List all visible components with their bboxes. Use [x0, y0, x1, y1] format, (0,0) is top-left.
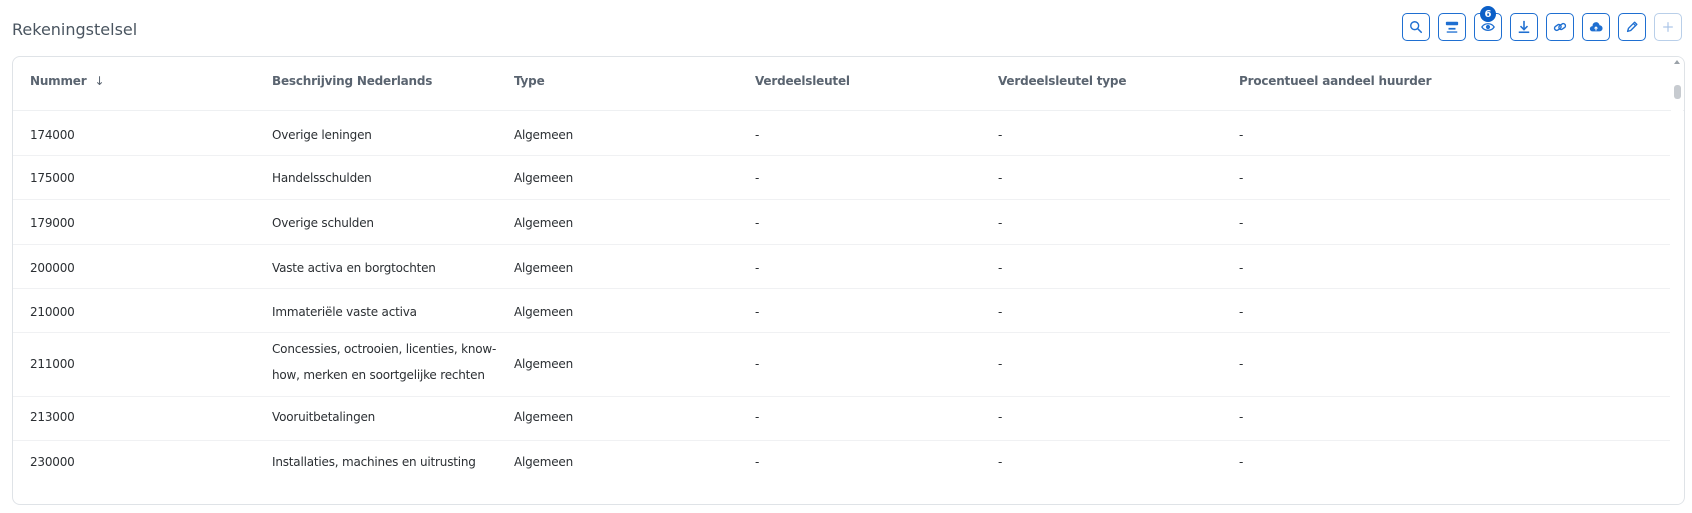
cell-procentueel-aandeel: - [1239, 128, 1244, 142]
cell-verdeelsleutel-type: - [998, 410, 1003, 424]
cell-procentueel-aandeel: - [1239, 305, 1244, 319]
cell-procentueel-aandeel: - [1239, 216, 1244, 230]
cell-type: Algemeen [514, 261, 574, 275]
plus-icon [1663, 22, 1673, 32]
cell-verdeelsleutel-type: - [998, 455, 1003, 469]
cell-type: Algemeen [514, 357, 574, 371]
table-row[interactable]: 175000 Handelsschulden Algemeen - - - [13, 155, 1670, 200]
column-header-procentueel-aandeel-huurder[interactable]: Procentueel aandeel huurder [1239, 74, 1431, 88]
cell-nummer: 200000 [30, 261, 75, 275]
cell-verdeelsleutel: - [755, 128, 760, 142]
cell-beschrijving: Overige schulden [272, 216, 374, 230]
search-button[interactable] [1402, 13, 1430, 41]
filter-icon [1445, 21, 1459, 33]
cell-nummer: 179000 [30, 216, 75, 230]
page-title: Rekeningstelsel [12, 20, 138, 39]
cell-type: Algemeen [514, 410, 574, 424]
cell-verdeelsleutel: - [755, 455, 760, 469]
eye-icon [1481, 23, 1495, 31]
cell-verdeelsleutel: - [755, 216, 760, 230]
visible-columns-badge: 6 [1480, 6, 1496, 22]
add-button[interactable] [1654, 13, 1682, 41]
search-icon [1410, 21, 1423, 34]
table-row[interactable]: 211000 Concessies, octrooien, licenties,… [13, 332, 1670, 397]
cell-procentueel-aandeel: - [1239, 171, 1244, 185]
cell-nummer: 210000 [30, 305, 75, 319]
link-icon [1553, 22, 1567, 32]
cell-verdeelsleutel-type: - [998, 261, 1003, 275]
download-icon [1518, 20, 1530, 34]
filter-button[interactable] [1438, 13, 1466, 41]
cell-beschrijving: Concessies, octrooien, licenties, know-h… [272, 342, 497, 382]
cell-verdeelsleutel-type: - [998, 171, 1003, 185]
cell-procentueel-aandeel: - [1239, 357, 1244, 371]
cell-verdeelsleutel: - [755, 171, 760, 185]
column-header-type[interactable]: Type [514, 74, 545, 88]
sort-arrow-down-icon: ↓ [94, 74, 105, 88]
column-header-nummer[interactable]: Nummer ↓ [30, 74, 105, 88]
cell-type: Algemeen [514, 128, 574, 142]
scrollbar-thumb[interactable] [1674, 85, 1681, 99]
cell-type: Algemeen [514, 171, 574, 185]
cloud-upload-icon [1589, 22, 1603, 32]
cell-nummer: 175000 [30, 171, 75, 185]
table-body: 174000 Overige leningen Algemeen - - - 1… [13, 111, 1670, 504]
cell-verdeelsleutel-type: - [998, 216, 1003, 230]
cell-type: Algemeen [514, 305, 574, 319]
edit-button[interactable] [1618, 13, 1646, 41]
table-row[interactable]: 200000 Vaste activa en borgtochten Algem… [13, 244, 1670, 289]
table-row[interactable]: 210000 Immateriële vaste activa Algemeen… [13, 288, 1670, 333]
cell-beschrijving: Handelsschulden [272, 171, 372, 185]
table-row[interactable]: 213000 Vooruitbetalingen Algemeen - - - [13, 396, 1670, 441]
link-button[interactable] [1546, 13, 1574, 41]
cell-procentueel-aandeel: - [1239, 410, 1244, 424]
cell-procentueel-aandeel: - [1239, 261, 1244, 275]
cell-nummer: 211000 [30, 357, 75, 371]
cell-procentueel-aandeel: - [1239, 455, 1244, 469]
table-header: Nummer ↓ Beschrijving Nederlands Type Ver… [13, 57, 1684, 111]
cell-verdeelsleutel: - [755, 410, 760, 424]
cell-nummer: 230000 [30, 455, 75, 469]
download-button[interactable] [1510, 13, 1538, 41]
upload-button[interactable] [1582, 13, 1610, 41]
cell-verdeelsleutel: - [755, 357, 760, 371]
table-row[interactable]: 179000 Overige schulden Algemeen - - - [13, 199, 1670, 245]
table-row[interactable]: 230000 Installaties, machines en uitrust… [13, 440, 1670, 484]
cell-beschrijving: Vooruitbetalingen [272, 410, 376, 424]
cell-verdeelsleutel-type: - [998, 357, 1003, 371]
cell-beschrijving: Installaties, machines en uitrusting [272, 455, 476, 469]
column-header-verdeelsleutel-type[interactable]: Verdeelsleutel type [998, 74, 1126, 88]
cell-verdeelsleutel: - [755, 261, 760, 275]
vertical-scrollbar[interactable] [1671, 57, 1683, 504]
pencil-icon [1626, 21, 1638, 33]
cell-nummer: 213000 [30, 410, 75, 424]
accounts-table: Nummer ↓ Beschrijving Nederlands Type Ver… [12, 56, 1685, 505]
column-header-verdeelsleutel[interactable]: Verdeelsleutel [755, 74, 850, 88]
cell-verdeelsleutel-type: - [998, 305, 1003, 319]
cell-type: Algemeen [514, 216, 574, 230]
cell-beschrijving: Immateriële vaste activa [272, 305, 417, 319]
cell-nummer: 174000 [30, 128, 75, 142]
columns-visibility-button[interactable]: 6 [1474, 6, 1502, 41]
cell-beschrijving: Vaste activa en borgtochten [272, 261, 436, 275]
cell-verdeelsleutel: - [755, 305, 760, 319]
toolbar: 6 [1402, 6, 1682, 41]
scroll-up-arrow-icon[interactable] [1674, 60, 1680, 64]
cell-verdeelsleutel-type: - [998, 128, 1003, 142]
cell-beschrijving: Overige leningen [272, 128, 372, 142]
cell-type: Algemeen [514, 455, 574, 469]
column-header-beschrijving[interactable]: Beschrijving Nederlands [272, 74, 432, 88]
table-row[interactable]: 174000 Overige leningen Algemeen - - - [13, 111, 1670, 156]
